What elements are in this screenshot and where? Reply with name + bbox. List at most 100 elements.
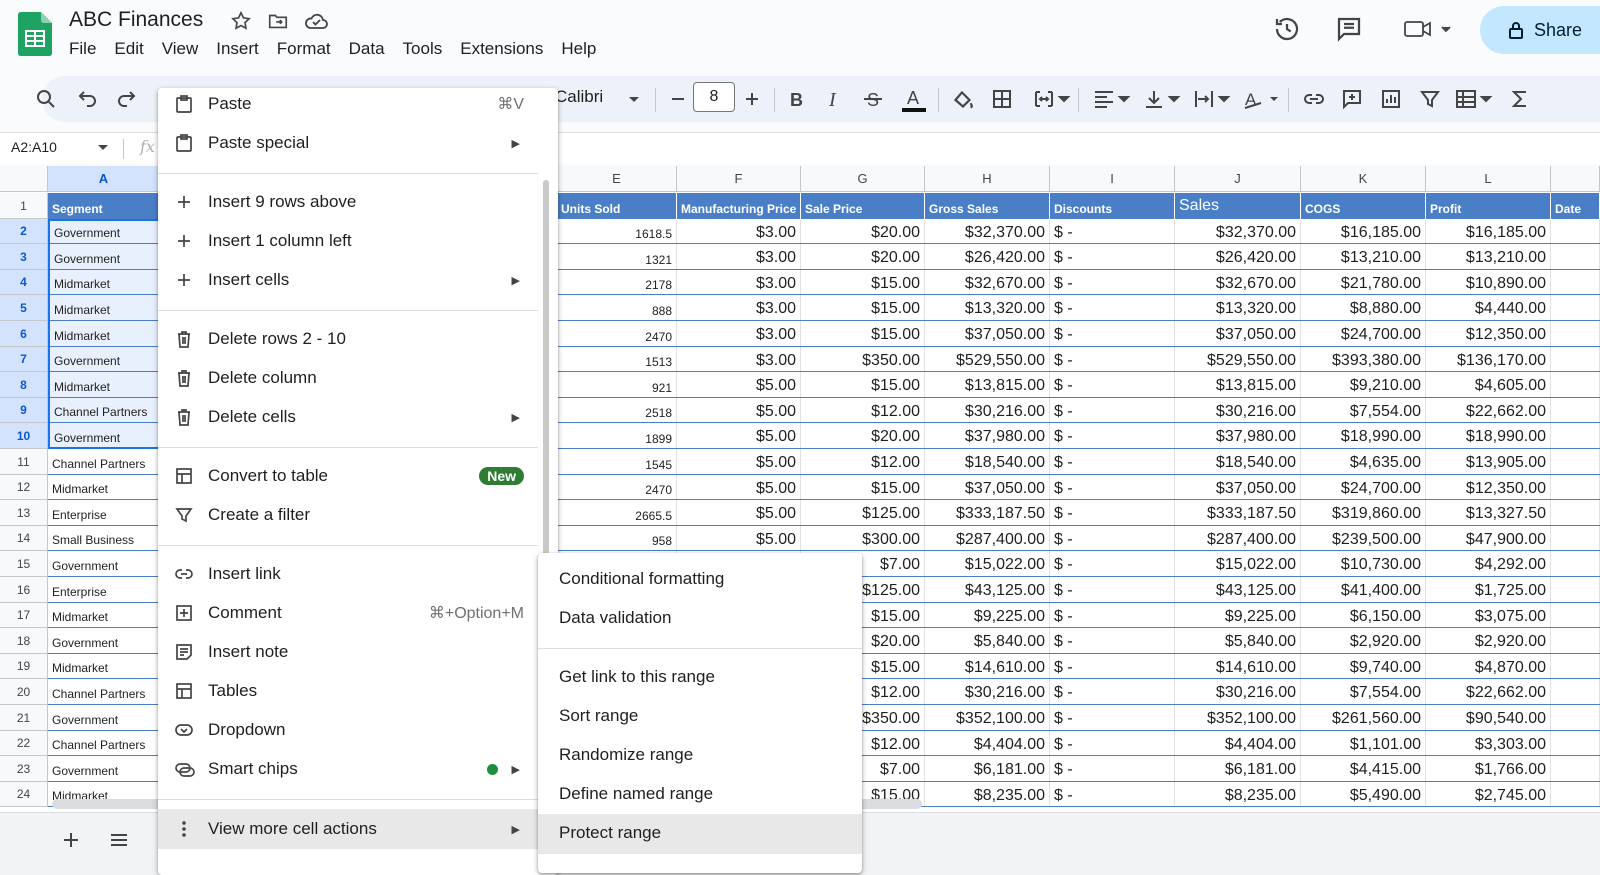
segment-cell[interactable]: Midmarket [48,475,160,500]
menu-item-comment[interactable]: Comment ⌘+Option+M [158,594,558,632]
data-cell[interactable]: $3.00 [677,321,801,347]
data-cell[interactable]: 1618.5 [557,219,677,244]
header-cell[interactable]: Gross Sales [925,193,1050,219]
segment-cell[interactable]: Midmarket [48,603,160,628]
data-cell[interactable]: $ - [1050,577,1175,603]
data-cell[interactable]: $13,815.00 [1175,372,1301,398]
data-cell[interactable]: $13,320.00 [925,295,1050,321]
data-cell[interactable]: $3,075.00 [1426,603,1551,628]
submenu-data-validation[interactable]: Data validation [538,599,862,637]
data-cell[interactable]: $15.00 [801,321,925,347]
data-cell[interactable]: $21,780.00 [1301,270,1426,295]
data-cell[interactable] [1551,449,1600,475]
data-cell[interactable]: $18,990.00 [1426,423,1551,449]
data-cell[interactable]: $5,490.00 [1301,782,1426,807]
data-cell[interactable]: 2470 [557,321,677,347]
all-sheets-icon[interactable] [108,829,130,851]
data-cell[interactable]: $37,050.00 [1175,321,1301,347]
segment-cell[interactable]: Government [48,705,160,731]
header-cell[interactable]: Profit [1426,193,1551,219]
row-header[interactable]: 21 [0,705,48,731]
data-cell[interactable]: 1321 [557,244,677,270]
data-cell[interactable] [1551,244,1600,270]
header-cell[interactable]: Discounts [1050,193,1175,219]
redo-icon[interactable] [114,87,138,111]
data-cell[interactable] [1551,551,1600,577]
data-cell[interactable]: $15.00 [801,372,925,398]
data-cell[interactable]: $3,303.00 [1426,731,1551,756]
data-cell[interactable]: $3.00 [677,295,801,321]
data-cell[interactable] [1551,321,1600,347]
data-cell[interactable] [1551,654,1600,679]
data-cell[interactable]: $37,050.00 [1175,475,1301,500]
version-history-icon[interactable] [1272,14,1302,44]
data-cell[interactable] [1551,398,1600,423]
data-cell[interactable]: 1545 [557,449,677,475]
data-cell[interactable]: $37,980.00 [1175,423,1301,449]
submenu-conditional-formatting[interactable]: Conditional formatting [538,560,862,598]
filter-views-icon[interactable] [1454,87,1494,111]
row-header[interactable]: 19 [0,654,48,679]
menu-item-insert-rows-above[interactable]: Insert 9 rows above [158,183,558,221]
column-header-m[interactable] [1551,166,1600,192]
meet-icon[interactable] [1402,14,1452,44]
data-cell[interactable]: $8,235.00 [925,782,1050,807]
column-header-i[interactable]: I [1050,166,1175,192]
data-cell[interactable]: $1,766.00 [1426,756,1551,782]
data-cell[interactable]: $ - [1050,219,1175,244]
share-button[interactable]: Share [1480,6,1600,54]
segment-cell[interactable]: Channel Partners [48,449,160,475]
menu-view[interactable]: View [153,38,208,60]
data-cell[interactable]: 2470 [557,475,677,500]
column-header-l[interactable]: L [1426,166,1551,192]
row-header[interactable]: 14 [0,526,48,551]
data-cell[interactable]: $5.00 [677,398,801,423]
data-cell[interactable]: 2178 [557,270,677,295]
move-folder-icon[interactable] [266,10,290,32]
row-header[interactable]: 16 [0,577,48,603]
data-cell[interactable]: $287,400.00 [1175,526,1301,551]
data-cell[interactable]: $8,880.00 [1301,295,1426,321]
menu-file[interactable]: File [60,38,105,60]
segment-cell[interactable]: Government [48,551,160,577]
data-cell[interactable]: $15,022.00 [1175,551,1301,577]
data-cell[interactable]: $5.00 [677,372,801,398]
segment-cell[interactable]: Government [48,756,160,782]
row-header[interactable]: 2 [0,219,48,244]
data-cell[interactable] [1551,705,1600,731]
data-cell[interactable]: $9,210.00 [1301,372,1426,398]
row-header[interactable]: 24 [0,782,48,807]
data-cell[interactable]: $12.00 [801,398,925,423]
text-color-icon[interactable]: A [900,87,926,112]
comments-icon[interactable] [1334,14,1364,44]
data-cell[interactable]: $8,235.00 [1175,782,1301,807]
data-cell[interactable]: $4,440.00 [1426,295,1551,321]
column-header-e[interactable]: E [557,166,677,192]
data-cell[interactable]: $18,990.00 [1301,423,1426,449]
row-header[interactable]: 12 [0,475,48,500]
filter-icon[interactable] [1418,87,1442,111]
data-cell[interactable] [1551,347,1600,372]
data-cell[interactable]: $ - [1050,449,1175,475]
data-cell[interactable]: $ - [1050,551,1175,577]
submenu-protect-range[interactable]: Protect range [538,814,862,854]
data-cell[interactable]: $9,225.00 [925,603,1050,628]
header-cell[interactable]: Sale Price [801,193,925,219]
data-cell[interactable] [1551,679,1600,705]
data-cell[interactable]: $393,380.00 [1301,347,1426,372]
data-cell[interactable]: $14,610.00 [925,654,1050,679]
data-cell[interactable] [1551,526,1600,551]
bold-icon[interactable]: B [784,87,808,111]
row-header[interactable]: 20 [0,679,48,705]
data-cell[interactable]: $333,187.50 [1175,500,1301,526]
data-cell[interactable]: $ - [1050,679,1175,705]
data-cell[interactable] [1551,423,1600,449]
data-cell[interactable] [1551,500,1600,526]
data-cell[interactable]: $136,170.00 [1426,347,1551,372]
column-header-g[interactable]: G [801,166,925,192]
data-cell[interactable]: $529,550.00 [925,347,1050,372]
data-cell[interactable]: $32,370.00 [925,219,1050,244]
menu-format[interactable]: Format [268,38,340,60]
data-cell[interactable]: $ - [1050,705,1175,731]
row-header[interactable]: 6 [0,321,48,347]
